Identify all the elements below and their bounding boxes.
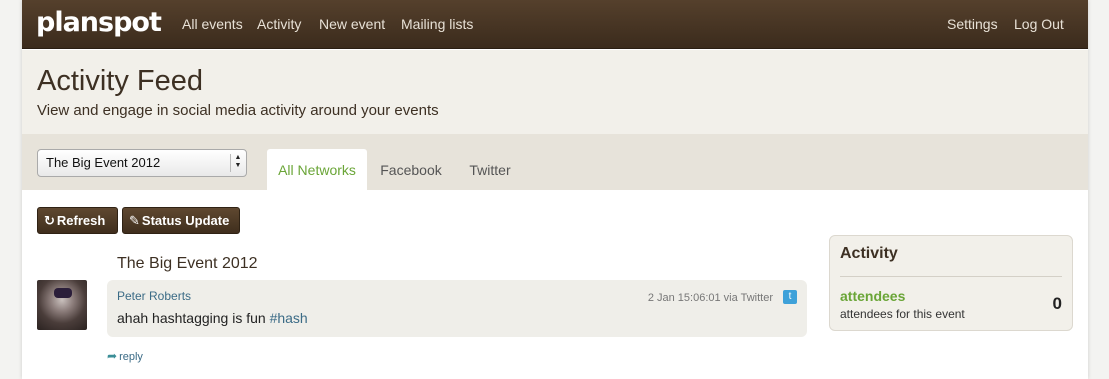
nav-mailing-lists[interactable]: Mailing lists	[401, 16, 473, 32]
activity-panel: Activity attendees attendees for this ev…	[829, 235, 1073, 331]
post-hashtag[interactable]: #hash	[270, 310, 308, 326]
post-text-body: ahah hashtagging is fun	[117, 310, 270, 326]
reply-label: reply	[119, 351, 143, 363]
twitter-icon[interactable]: t	[783, 290, 797, 304]
avatar[interactable]	[37, 280, 87, 330]
status-update-button[interactable]: ✎ Status Update	[122, 207, 240, 234]
attendees-count: 0	[1052, 294, 1062, 313]
tab-all-networks[interactable]: All Networks	[267, 149, 367, 190]
nav-new-event[interactable]: New event	[319, 16, 385, 32]
page-subtitle: View and engage in social media activity…	[37, 102, 439, 119]
avatar-mask-shape	[54, 288, 72, 298]
refresh-icon: ↻	[44, 213, 55, 228]
tab-twitter[interactable]: Twitter	[459, 149, 521, 190]
filter-bar: The Big Event 2012 ▲ ▼ All Networks Faceb…	[22, 134, 1088, 190]
nav-settings[interactable]: Settings	[947, 16, 998, 32]
activity-panel-title: Activity	[840, 245, 898, 262]
refresh-button[interactable]: ↻ Refresh	[37, 207, 118, 234]
attendees-link[interactable]: attendees	[840, 288, 905, 304]
page-title: Activity Feed	[37, 65, 203, 97]
nav-activity[interactable]: Activity	[257, 16, 301, 32]
refresh-label: Refresh	[56, 213, 106, 228]
app-frame: planspot All events Activity New event M…	[22, 0, 1088, 379]
activity-panel-divider	[840, 276, 1062, 277]
post-text: ahah hashtagging is fun #hash	[117, 310, 308, 326]
tab-facebook[interactable]: Facebook	[372, 149, 450, 190]
post-timestamp: 2 Jan 15:06:01 via Twitter	[647, 292, 773, 304]
nav-all-events[interactable]: All events	[182, 16, 243, 32]
reply-arrow-icon: ➦	[107, 349, 118, 363]
feed-event-name: The Big Event 2012	[117, 255, 258, 272]
status-update-label: Status Update	[141, 213, 230, 228]
edit-icon: ✎	[129, 213, 140, 228]
post-author[interactable]: Peter Roberts	[117, 289, 191, 303]
event-select-value: The Big Event 2012	[46, 155, 161, 170]
page-header: Activity Feed View and engage in social …	[22, 50, 1088, 134]
attendees-description: attendees for this event	[840, 307, 965, 321]
nav-logout[interactable]: Log Out	[1014, 16, 1064, 32]
select-arrows-icon: ▲ ▼	[230, 154, 242, 172]
event-select[interactable]: The Big Event 2012 ▲ ▼	[37, 149, 247, 177]
feed-post: Peter Roberts ahah hashtagging is fun #h…	[107, 280, 807, 337]
reply-link[interactable]: ➦ reply	[107, 349, 143, 363]
top-navbar: planspot All events Activity New event M…	[22, 0, 1088, 49]
planspot-logo[interactable]: planspot	[36, 7, 162, 38]
